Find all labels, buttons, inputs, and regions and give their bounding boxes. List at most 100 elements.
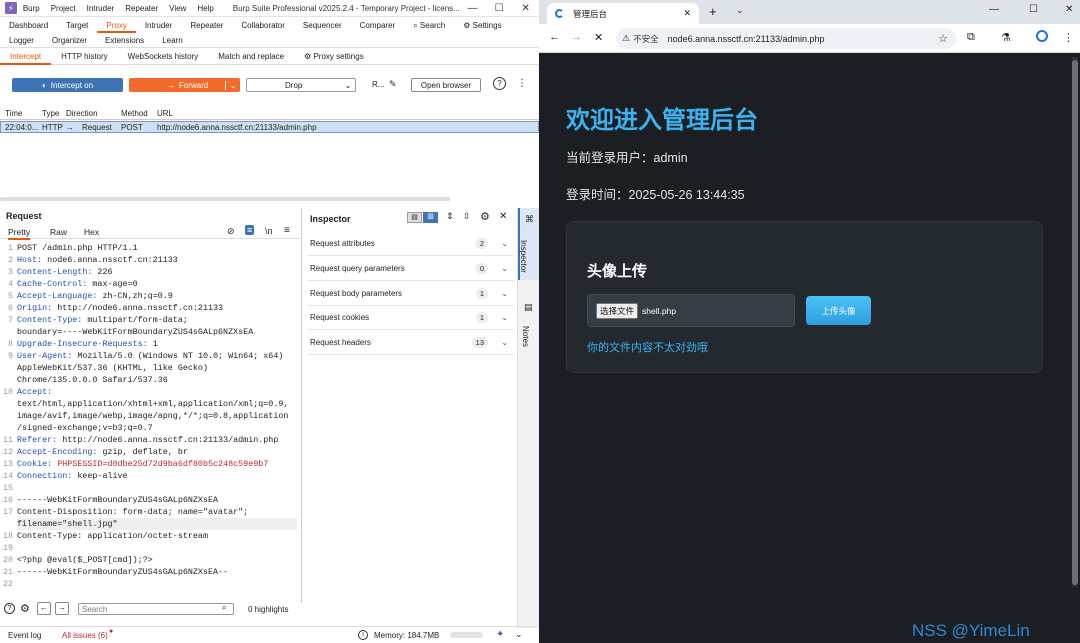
wrap-icon[interactable]: ≡	[245, 225, 255, 235]
lab-flask-icon[interactable]: ⚗	[1001, 31, 1011, 44]
tab-target[interactable]: Target	[57, 18, 97, 33]
issues-link[interactable]: All issues (6)	[62, 631, 108, 640]
inspector-cookies[interactable]: Request cookies 1 ⌄	[307, 306, 514, 330]
tab-sequencer[interactable]: Sequencer	[294, 18, 351, 33]
tab-extensions[interactable]: Extensions	[96, 33, 153, 48]
forward-icon[interactable]: →	[571, 31, 582, 43]
tab-logger[interactable]: Logger	[0, 33, 43, 48]
tab-hex[interactable]: Hex	[84, 227, 99, 237]
menu-kebab-icon[interactable]: ⋮	[1063, 31, 1074, 44]
chevron-down-icon[interactable]: ⌄	[341, 81, 355, 90]
layout-list-icon[interactable]: ▤	[407, 212, 422, 223]
hide-icon[interactable]: ⊘	[227, 226, 235, 237]
close-icon[interactable]: ✕	[499, 211, 507, 222]
tab-comparer[interactable]: Comparer	[351, 18, 405, 33]
bookmark-star-icon[interactable]: ☆	[938, 32, 948, 45]
intercept-toggle-button[interactable]: ◐ Intercept on	[12, 78, 123, 92]
col-url[interactable]: URL	[157, 109, 173, 118]
drop-button[interactable]: Drop ⌄	[246, 78, 356, 92]
url-text[interactable]: node6.anna.nssctf.cn:21133/admin.php	[668, 34, 825, 44]
choose-file-button[interactable]: 选择文件	[596, 302, 639, 319]
close-tab-icon[interactable]: ✕	[683, 8, 691, 19]
help-icon[interactable]: ?	[493, 77, 506, 90]
expand-icon[interactable]: ⇕	[446, 211, 454, 222]
new-tab-icon[interactable]: +	[709, 4, 717, 19]
inspector-query-params[interactable]: Request query parameters 0 ⌄	[307, 257, 514, 281]
menu-project[interactable]: Project	[51, 4, 76, 13]
tab-match-replace[interactable]: Match and replace	[208, 49, 294, 65]
insecure-label[interactable]: 不安全	[633, 33, 659, 45]
tab-intercept[interactable]: Intercept	[0, 49, 52, 65]
event-log-link[interactable]: Event log	[8, 631, 41, 640]
col-method[interactable]: Method	[121, 109, 148, 118]
minimize-icon[interactable]: —	[989, 4, 999, 15]
side-tab-notes[interactable]: ▤ Notes	[518, 298, 539, 358]
menu-help[interactable]: Help	[197, 4, 213, 13]
table-row[interactable]: 22:04:0... HTTP → Request POST http://no…	[0, 121, 539, 133]
menu-view[interactable]: View	[169, 4, 186, 13]
side-tab-inspector[interactable]: ⌘ Inspector	[518, 208, 539, 280]
tab-dashboard[interactable]: Dashboard	[0, 18, 57, 33]
inspector-body-params[interactable]: Request body parameters 1 ⌄	[307, 282, 514, 306]
layout-split-icon[interactable]: ▥	[423, 212, 438, 223]
maximize-icon[interactable]: ☐	[486, 3, 513, 14]
col-time[interactable]: Time	[5, 109, 22, 118]
pencil-icon[interactable]: ✎	[389, 79, 397, 90]
gear-icon[interactable]: ⚙	[20, 602, 30, 615]
upload-avatar-button[interactable]: 上传头像	[806, 296, 871, 325]
header-key: Host:	[17, 255, 43, 265]
minimize-icon[interactable]: —	[459, 3, 486, 14]
main-tabs-row2: Logger Organizer Extensions Learn	[0, 34, 539, 48]
search-button[interactable]: ⌕ Search	[404, 18, 454, 33]
tab-collaborator[interactable]: Collaborator	[232, 18, 294, 33]
chevron-down-icon[interactable]: ⌄	[515, 629, 523, 640]
close-icon[interactable]: ✕	[512, 3, 539, 14]
settings-button[interactable]: ⚙ Settings	[454, 18, 510, 33]
history-scrollbar[interactable]	[0, 197, 450, 201]
tab-raw[interactable]: Raw	[50, 227, 67, 237]
tab-organizer[interactable]: Organizer	[43, 33, 96, 48]
tab-list-chevron-icon[interactable]: ⌄	[736, 5, 744, 16]
more-options-icon[interactable]: ⋮	[517, 78, 527, 89]
search-input[interactable]	[78, 603, 234, 615]
stop-loading-icon[interactable]: ✕	[594, 31, 603, 44]
inspector-headers[interactable]: Request headers 13 ⌄	[307, 331, 514, 355]
col-type[interactable]: Type	[42, 109, 59, 118]
menu-repeater[interactable]: Repeater	[125, 4, 158, 13]
forward-button[interactable]: → Forward ⌄	[129, 78, 240, 92]
address-bar[interactable]: ⚠ 不安全 node6.anna.nssctf.cn:21133/admin.p…	[616, 28, 956, 49]
tab-learn[interactable]: Learn	[153, 33, 191, 48]
forward-arrow-icon[interactable]: →	[55, 602, 69, 615]
back-icon[interactable]: ←	[549, 31, 560, 43]
tab-repeater[interactable]: Repeater	[181, 18, 232, 33]
tab-websockets-history[interactable]: WebSockets history	[118, 49, 209, 65]
forward-dropdown-icon[interactable]: ⌄	[225, 80, 240, 90]
file-input[interactable]: 选择文件 shell.php	[587, 294, 795, 327]
inspector-request-attributes[interactable]: Request attributes 2 ⌄	[307, 232, 514, 256]
col-direction[interactable]: Direction	[66, 109, 98, 118]
help-icon[interactable]: ?	[4, 603, 15, 614]
proxy-settings-button[interactable]: ⚙ Proxy settings	[294, 49, 374, 65]
tab-pretty[interactable]: Pretty	[8, 227, 31, 240]
close-window-icon[interactable]: ✕	[1065, 4, 1073, 15]
menu-burp[interactable]: Burp	[23, 4, 40, 13]
tab-http-history[interactable]: HTTP history	[51, 49, 118, 65]
open-browser-button[interactable]: Open browser	[411, 78, 481, 92]
code-line: /signed-exchange;v=b3;q=0.7	[17, 422, 297, 434]
r-label[interactable]: R...	[372, 80, 384, 89]
tab-intruder[interactable]: Intruder	[136, 18, 182, 33]
browser-tab[interactable]: 管理后台 ✕	[547, 3, 699, 24]
page-scrollbar-thumb[interactable]	[1072, 60, 1078, 585]
menu-icon[interactable]: ≡	[284, 225, 290, 236]
profile-icon[interactable]	[1036, 30, 1048, 42]
maximize-icon[interactable]: ☐	[1029, 4, 1038, 15]
tab-proxy[interactable]: Proxy	[97, 18, 136, 33]
collapse-icon[interactable]: ⇳	[463, 211, 471, 222]
gear-icon[interactable]: ⚙	[480, 210, 490, 223]
menu-intruder[interactable]: Intruder	[87, 4, 115, 13]
code-line: Content-Disposition: form-data; name="av…	[17, 506, 297, 518]
extensions-icon[interactable]: ⧉	[967, 31, 975, 44]
newline-icon[interactable]: \n	[265, 226, 273, 236]
back-arrow-icon[interactable]: ←	[37, 602, 51, 615]
ai-sparkle-icon[interactable]: ✦	[496, 629, 504, 640]
